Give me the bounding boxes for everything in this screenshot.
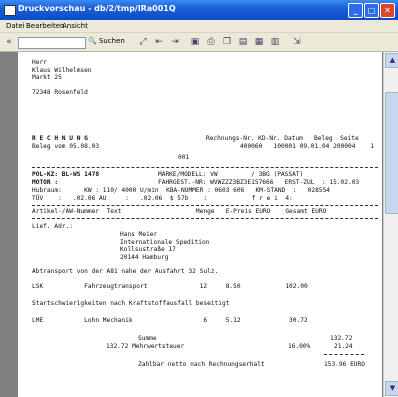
- sum-value: 132.72: [330, 335, 353, 342]
- vat-label: 132.72 Mehrwertsteuer: [106, 343, 185, 350]
- window-title: Druckvorschau - db/2/tmp/lRa001Q: [18, 4, 176, 13]
- divider: [32, 218, 378, 219]
- line-item: LSK Fahrzeugtransport 12 8.50 102.00: [32, 283, 308, 290]
- app-icon: [4, 5, 16, 16]
- invoice-header-values: 400060 100001 09.01.04 200004 1: [240, 143, 375, 150]
- vertical-scrollbar[interactable]: ▲ ▼: [383, 52, 398, 397]
- invoice-header-labels: Rechnungs-Nr. KD-Nr. Datum Beleg Seite: [206, 135, 359, 142]
- search-input[interactable]: [18, 37, 86, 49]
- last-page-icon[interactable]: ⇥: [168, 35, 182, 49]
- minimize-button[interactable]: _: [348, 3, 363, 18]
- search-icon: 🔍: [88, 37, 97, 45]
- chassis-number: FAHRGEST.-NR: WVWZZZ3BZ3E157666 ERST-ZUL…: [158, 179, 360, 186]
- inspection-data: TÜV : .02.06 AU : .02.06 $ 57b : f r e i…: [32, 195, 293, 202]
- preview-area: Herr Klaus Wilhelmsen Markt 25 72348 Ros…: [0, 52, 398, 397]
- delivery-address: Hans Meier Internationale Spedition Koll…: [120, 231, 210, 261]
- vehicle-model: MARKE/MODELL: VW / 3BG (PASSAT): [158, 171, 304, 178]
- customer-address: Herr Klaus Wilhelmsen Markt 25 72348 Ros…: [32, 59, 92, 96]
- line-text: Abtransport von der A81 nahe der Ausfahr…: [32, 268, 219, 275]
- delivery-address-label: Lief. Adr.:: [32, 223, 73, 230]
- invoice-heading: R E C H N U N G: [32, 135, 88, 142]
- vat-percent: 16.00%: [288, 343, 311, 350]
- beleg-date: Beleg vom 05.08.03: [32, 143, 100, 150]
- vat-value: 21.24: [334, 343, 353, 350]
- export-icon[interactable]: ▤: [236, 35, 250, 49]
- line-item: LME Lohn Mechanik 6 5.12 30.72: [32, 317, 308, 324]
- divider: [324, 354, 364, 355]
- toolbar: « 🔍 Suchen ⤢ ⇤ ⇥ ▣ ⎙ ❐ ▤ ▦ ▥ ⇲: [0, 33, 398, 52]
- maximize-button[interactable]: □: [364, 3, 379, 18]
- document-page: Herr Klaus Wilhelmsen Markt 25 72348 Ros…: [18, 52, 382, 397]
- column-header: Artikel-/AW-Nummer Text Menge E-Preis EU…: [32, 208, 327, 215]
- search-button[interactable]: 🔍 Suchen: [88, 37, 125, 45]
- menu-bearbeiten[interactable]: Bearbeiten: [26, 22, 64, 30]
- exit-icon[interactable]: ⇲: [290, 35, 304, 49]
- divider: [32, 167, 378, 168]
- scroll-up-icon[interactable]: ▲: [385, 53, 398, 68]
- menu-ansicht[interactable]: Ansicht: [62, 22, 88, 30]
- close-button[interactable]: ✕: [380, 3, 395, 18]
- line-text: Startschwierigkeiten nach Kraftstoffausf…: [32, 300, 230, 307]
- copy-icon[interactable]: ❐: [220, 35, 234, 49]
- menu-datei[interactable]: Datei: [6, 22, 25, 30]
- payment-terms: Zahlbar netto nach Rechnungserhalt: [138, 361, 265, 368]
- engine-data: Hubraum: KW : 110/ 4000 U/min KBA-NUMMER…: [32, 187, 331, 194]
- menu-bar: Datei Bearbeiten Ansicht: [0, 20, 398, 33]
- scroll-down-icon[interactable]: ▼: [385, 381, 398, 396]
- scroll-thumb[interactable]: [385, 92, 398, 214]
- divider: [32, 205, 378, 206]
- vehicle-plate: POL-KZ: BL-WS 1478: [32, 171, 100, 178]
- page-icon[interactable]: ▥: [268, 35, 282, 49]
- save-icon[interactable]: ▣: [188, 35, 202, 49]
- first-page-icon[interactable]: ⇤: [152, 35, 166, 49]
- sum-label: Summe: [138, 335, 157, 342]
- page-number: 001: [178, 154, 190, 161]
- title-bar: Druckvorschau - db/2/tmp/lRa001Q _ □ ✕: [0, 0, 398, 20]
- nav-back-button[interactable]: «: [2, 35, 16, 49]
- total-value: 153.96 EURO: [324, 361, 365, 368]
- print-icon[interactable]: ⎙: [204, 35, 218, 49]
- settings-icon[interactable]: ▦: [252, 35, 266, 49]
- motor-label: MOTOR :: [32, 179, 59, 186]
- zoom-icon[interactable]: ⤢: [136, 35, 150, 49]
